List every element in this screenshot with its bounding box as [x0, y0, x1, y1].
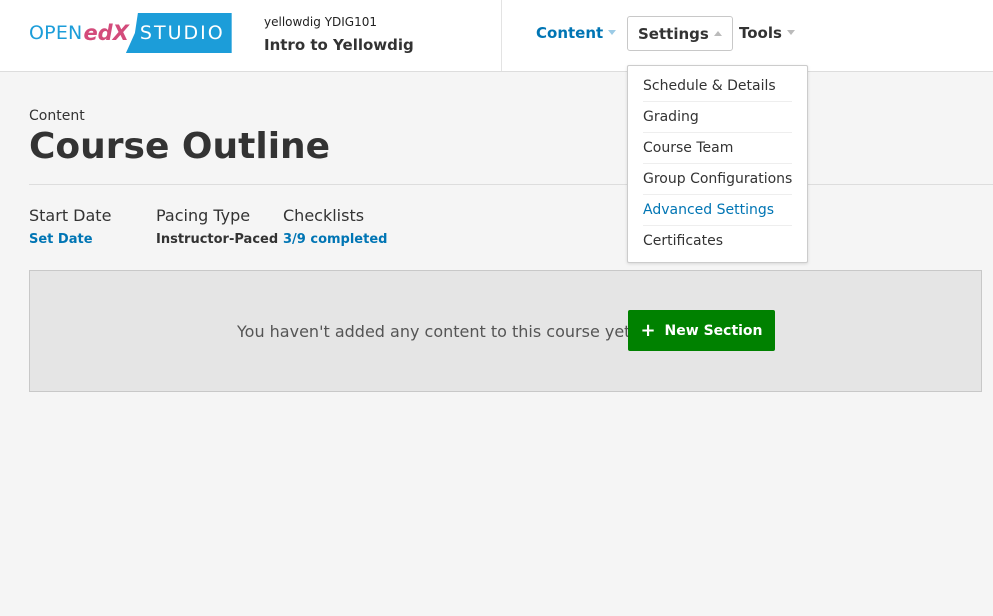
page-title: Course Outline [29, 126, 331, 167]
course-title: Intro to Yellowdig [264, 36, 414, 54]
pacing-type-label: Pacing Type [156, 206, 251, 225]
menu-item-group-configurations[interactable]: Group Configurations [643, 164, 792, 195]
studio-logo[interactable]: OPEN edX STUDIO [29, 13, 232, 53]
nav-content-menu[interactable]: Content [536, 16, 617, 49]
new-section-button[interactable]: + New Section [628, 310, 775, 351]
settings-dropdown: Schedule & Details Grading Course Team G… [627, 65, 808, 263]
header-divider [501, 0, 502, 71]
menu-item-certificates[interactable]: Certificates [643, 226, 792, 256]
nav-settings-menu[interactable]: Settings [627, 16, 733, 51]
nav-content-label: Content [536, 23, 604, 42]
menu-item-schedule-details[interactable]: Schedule & Details [643, 71, 792, 102]
course-info[interactable]: yellowdig YDIG101 Intro to Yellowdig [264, 15, 414, 54]
logo-open-text: OPEN [29, 22, 83, 44]
checklists-label: Checklists [283, 206, 365, 225]
menu-item-advanced-settings[interactable]: Advanced Settings [643, 195, 792, 226]
pacing-type-value: Instructor-Paced [156, 232, 279, 247]
logo-edx-text: edX [83, 21, 129, 45]
page-section-label: Content [29, 108, 85, 124]
empty-outline-panel: You haven't added any content to this co… [29, 270, 982, 392]
set-date-link[interactable]: Set Date [29, 232, 111, 247]
chevron-down-icon [608, 30, 617, 35]
chevron-up-icon [713, 31, 722, 36]
status-pacing-type: Pacing Type Instructor-Paced [156, 206, 278, 247]
nav-tools-menu[interactable]: Tools [739, 16, 795, 49]
course-org: yellowdig YDIG101 [264, 15, 378, 29]
plus-icon: + [640, 319, 656, 341]
status-checklists: Checklists 3/9 completed [283, 206, 387, 247]
menu-item-course-team[interactable]: Course Team [643, 133, 792, 164]
checklists-link[interactable]: 3/9 completed [283, 232, 387, 247]
status-start-date: Start Date Set Date [29, 206, 111, 247]
top-header: OPEN edX STUDIO yellowdig YDIG101 Intro … [0, 0, 993, 72]
nav-tools-label: Tools [739, 23, 782, 42]
new-section-label: New Section [664, 322, 763, 339]
start-date-label: Start Date [29, 206, 112, 225]
nav-settings-label: Settings [638, 24, 709, 43]
title-divider [29, 184, 993, 185]
menu-item-grading[interactable]: Grading [643, 102, 792, 133]
chevron-down-icon [786, 30, 795, 35]
logo-studio-text: STUDIO [125, 13, 232, 53]
empty-message: You haven't added any content to this co… [237, 322, 636, 341]
settings-menu-list: Schedule & Details Grading Course Team G… [628, 66, 807, 256]
